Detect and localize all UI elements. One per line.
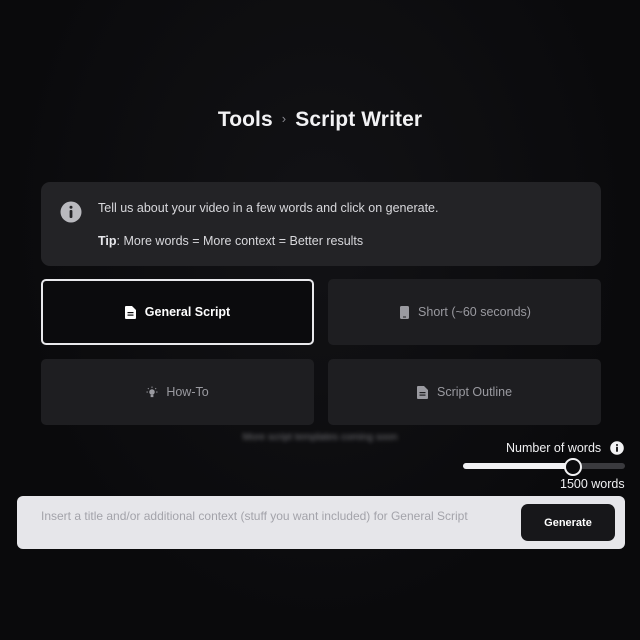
number-of-words-label: Number of words	[506, 441, 602, 455]
how-to-label: How-To	[166, 385, 209, 399]
info-icon	[60, 201, 82, 223]
info-text: Tell us about your video in a few words …	[98, 201, 439, 215]
slider-thumb[interactable]	[564, 458, 583, 476]
breadcrumb-tools-link[interactable]: Tools	[218, 108, 273, 131]
generate-button[interactable]: Generate	[521, 504, 615, 541]
breadcrumb: Tools › Script Writer	[0, 108, 640, 132]
tip-body: : More words = More context = Better res…	[116, 234, 364, 248]
prompt-input[interactable]	[39, 505, 513, 527]
prompt-bar: Generate	[17, 496, 625, 549]
script-writer-page: Tools › Script Writer Tell us about your v…	[0, 0, 640, 640]
tip-text: Tip: More words = More context = Better …	[98, 234, 363, 248]
document-icon	[417, 385, 429, 399]
script-outline-option[interactable]: Script Outline	[328, 359, 601, 425]
info-box: Tell us about your video in a few words …	[41, 182, 601, 266]
tip-label: Tip	[98, 234, 117, 248]
how-to-option[interactable]: How-To	[41, 359, 314, 425]
info-icon[interactable]	[610, 441, 624, 455]
page-title: Script Writer	[295, 108, 423, 131]
short-option[interactable]: Short (~60 seconds)	[328, 279, 601, 345]
general-script-label: General Script	[144, 305, 231, 319]
general-script-option[interactable]: General Script	[41, 279, 314, 345]
word-count-slider[interactable]	[463, 457, 625, 476]
short-label: Short (~60 seconds)	[418, 305, 531, 319]
slider-fill	[463, 463, 574, 469]
script-outline-label: Script Outline	[436, 385, 513, 399]
phone-icon	[398, 305, 410, 319]
chevron-right-icon: ›	[281, 111, 287, 126]
lightbulb-icon	[146, 385, 158, 399]
word-count-value: 1500 words	[560, 477, 625, 491]
document-icon	[125, 305, 137, 319]
